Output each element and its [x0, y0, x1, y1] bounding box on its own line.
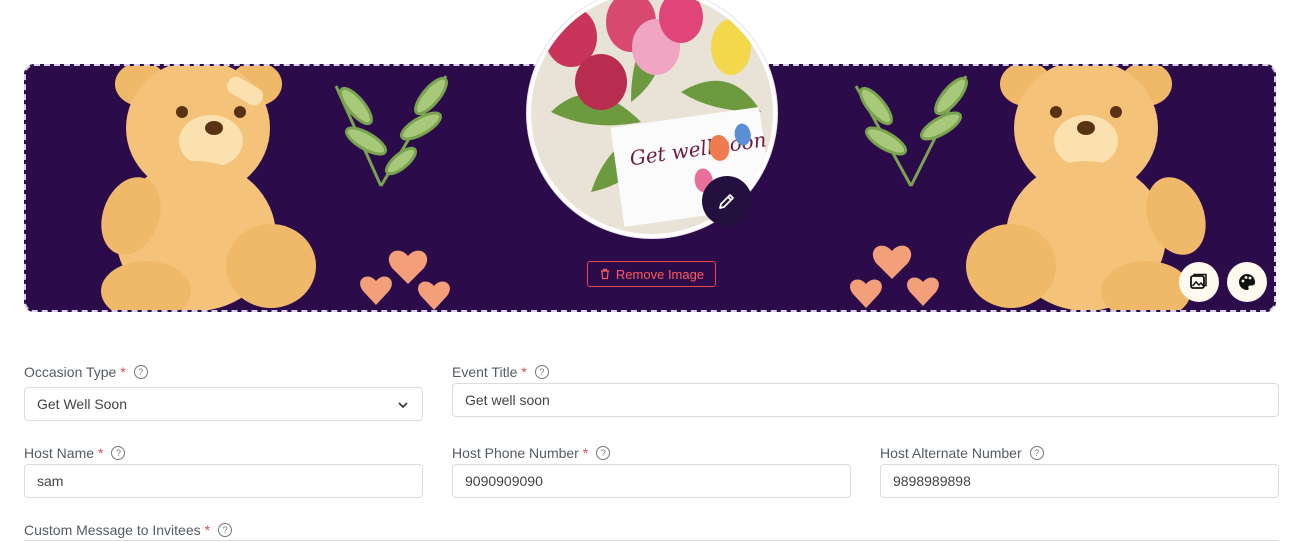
- teddy-bear-left: [101, 66, 316, 310]
- question-circle-icon[interactable]: ?: [1029, 446, 1044, 460]
- custom-message-label: Custom Message to Invitees * ?: [24, 522, 233, 538]
- question-circle-icon[interactable]: ?: [111, 446, 126, 460]
- theme-palette-button[interactable]: [1227, 262, 1267, 302]
- host-name-input[interactable]: sam: [24, 464, 423, 498]
- question-circle-icon[interactable]: ?: [133, 365, 148, 379]
- host-phone-label-text: Host Phone Number: [452, 445, 579, 461]
- hearts-left: [360, 250, 450, 310]
- host-alternate-label-text: Host Alternate Number: [880, 445, 1022, 461]
- pencil-icon: [719, 194, 734, 209]
- leaf-branch-left: [334, 75, 448, 187]
- host-name-label: Host Name * ?: [24, 445, 126, 461]
- hearts-right: [850, 245, 939, 308]
- required-marker: *: [582, 445, 589, 461]
- host-phone-input[interactable]: 9090909090: [452, 464, 851, 498]
- required-marker: *: [521, 364, 527, 380]
- custom-message-label-text: Custom Message to Invitees: [24, 522, 201, 538]
- teddy-bear-right: [966, 66, 1206, 310]
- custom-message-textarea-edge[interactable]: [24, 540, 1278, 541]
- required-marker: *: [120, 364, 126, 380]
- question-circle-icon[interactable]: ?: [534, 365, 549, 379]
- host-alternate-value: 9898989898: [893, 473, 971, 489]
- host-phone-label: Host Phone Number * ?: [452, 445, 611, 461]
- change-cover-button[interactable]: [1179, 262, 1219, 302]
- leaf-branch-right: [854, 75, 968, 187]
- occasion-type-label: Occasion Type * ?: [24, 364, 148, 380]
- host-name-value: sam: [37, 473, 64, 489]
- occasion-type-label-text: Occasion Type: [24, 364, 117, 380]
- host-alternate-label: Host Alternate Number ?: [880, 445, 1044, 461]
- question-circle-icon[interactable]: ?: [596, 446, 611, 460]
- event-title-label-text: Event Title: [452, 364, 518, 380]
- event-title-label: Event Title * ?: [452, 364, 549, 380]
- host-name-label-text: Host Name: [24, 445, 95, 461]
- event-title-input[interactable]: Get well soon: [452, 383, 1279, 417]
- host-alternate-input[interactable]: 9898989898: [880, 464, 1279, 498]
- event-title-value: Get well soon: [465, 392, 550, 408]
- trash-icon: [600, 268, 609, 280]
- edit-photo-button[interactable]: [702, 176, 752, 226]
- question-circle-icon[interactable]: ?: [218, 523, 233, 537]
- image-gallery-icon: [1190, 273, 1207, 289]
- required-marker: *: [98, 445, 104, 461]
- palette-icon: [1239, 274, 1256, 290]
- remove-image-label: Remove Image: [615, 266, 705, 282]
- occasion-type-value: Get Well Soon: [37, 396, 128, 412]
- occasion-type-select[interactable]: Get Well Soon: [24, 387, 423, 421]
- host-phone-value: 9090909090: [465, 473, 543, 489]
- chevron-down-icon: [398, 402, 408, 409]
- remove-image-button[interactable]: Remove Image: [587, 261, 716, 287]
- required-marker: *: [204, 522, 211, 538]
